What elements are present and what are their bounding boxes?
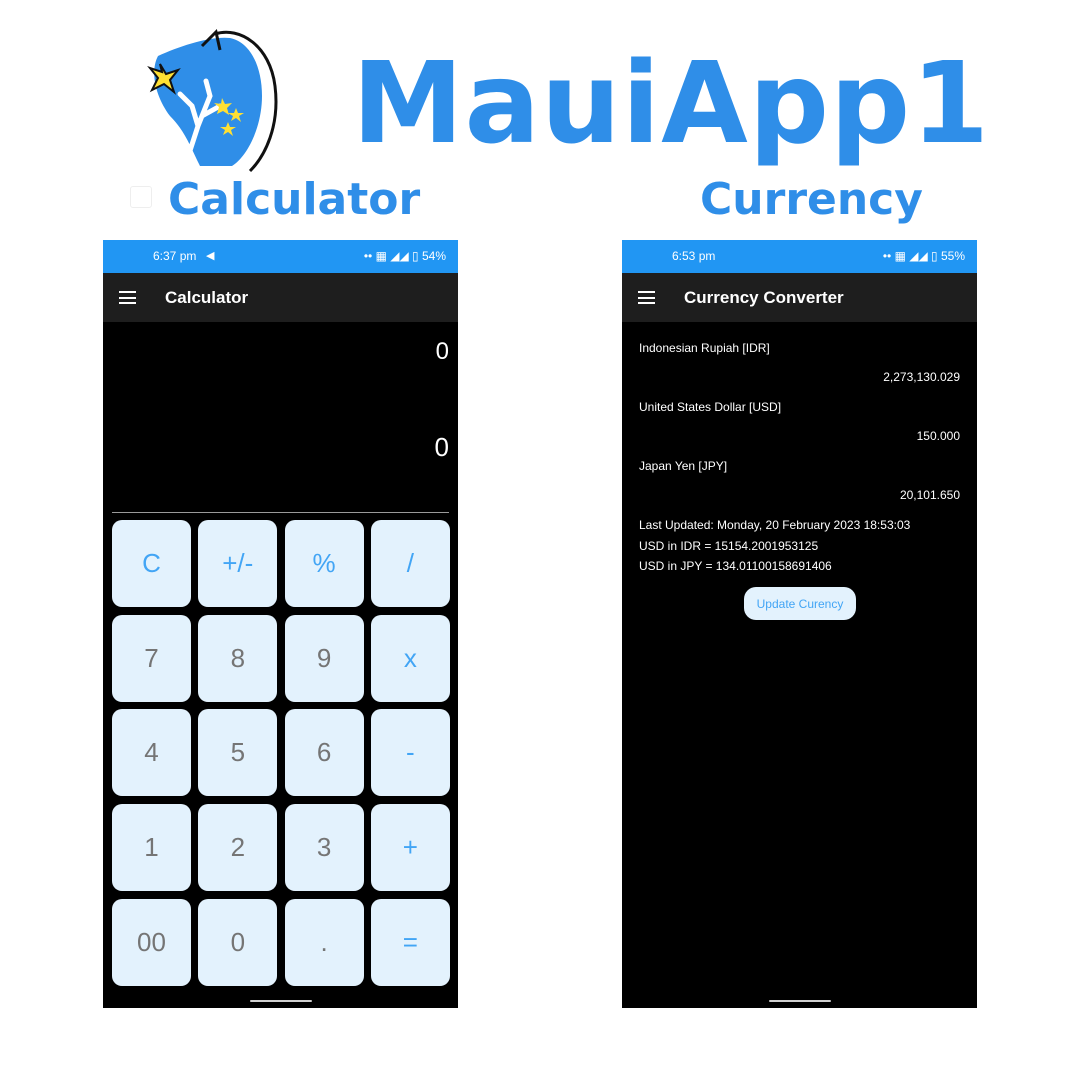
keypad: C +/-%/ 7 8 9 x 4 5 6- 1 2 3 +00 0. = (112, 520, 450, 986)
calc-key-button[interactable]: / (370, 520, 450, 607)
calc-key-button[interactable]: 1 (112, 804, 191, 892)
status-bar: 6:37 pm ◀ •• ▦ ◢◢ ▯ 54% (103, 240, 458, 273)
calculator-section-title: Calculator (168, 174, 421, 225)
app-title: MauiApp1 (352, 39, 991, 169)
calc-key-button[interactable]: . (284, 898, 364, 986)
status-indicators: •• ▦ ◢◢ ▯ 54% (363, 249, 446, 263)
usd-idr-rate: USD in IDR = 15154.2001953125 (639, 539, 819, 553)
calc-key-button[interactable]: x (370, 614, 450, 702)
app-bar: Currency Converter (622, 273, 977, 322)
page-title: Calculator (165, 288, 249, 307)
calc-key-button[interactable]: +/- (198, 520, 278, 607)
currency-section-title: Currency (700, 174, 923, 225)
status-time: 6:37 pm (153, 249, 197, 263)
hamburger-menu-icon[interactable] (119, 291, 136, 304)
idr-value[interactable]: 2,273,130.029 (883, 370, 960, 384)
jpy-value[interactable]: 20,101.650 (900, 488, 960, 502)
calculator-screen: 6:37 pm ◀ •• ▦ ◢◢ ▯ 54% Calculator 0 0 C… (103, 240, 458, 1008)
status-time: 6:53 pm (672, 249, 716, 263)
calc-key-button[interactable]: 9 (284, 614, 364, 702)
page-title: Currency Converter (684, 288, 844, 307)
app-logo (147, 29, 278, 173)
calc-key-button[interactable]: % (284, 520, 364, 607)
calc-key-button[interactable]: 00 (112, 898, 191, 986)
calc-key-button[interactable]: 3 (284, 804, 364, 892)
calc-key-button[interactable]: = (370, 898, 450, 986)
calc-key-button[interactable]: + (370, 804, 450, 892)
calc-key-button[interactable]: 0 (198, 898, 278, 986)
calc-key-button[interactable]: 5 (198, 709, 278, 797)
calc-key-button[interactable]: 6 (284, 709, 364, 797)
home-indicator (768, 1000, 831, 1002)
currency-screen: 6:53 pm •• ▦ ◢◢ ▯ 55% Currency Converter… (622, 240, 977, 1008)
idr-label: Indonesian Rupiah [IDR] (639, 341, 770, 355)
usd-label: United States Dollar [USD] (639, 400, 782, 414)
calc-key-button[interactable]: 8 (198, 614, 278, 702)
calc-key-button[interactable]: 2 (198, 804, 278, 892)
display-divider (112, 512, 449, 513)
app-bar: Calculator (103, 273, 458, 322)
status-indicators: •• ▦ ◢◢ ▯ 55% (882, 249, 965, 263)
usd-jpy-rate: USD in JPY = 134.01100158691406 (639, 559, 832, 573)
calc-key-button[interactable]: 4 (112, 709, 191, 797)
calc-key-button[interactable]: - (370, 709, 450, 797)
status-bar: 6:53 pm •• ▦ ◢◢ ▯ 55% (622, 240, 977, 273)
calc-expression: 0 (435, 338, 449, 365)
update-currency-button[interactable]: Update Curency (744, 587, 856, 620)
jpy-label: Japan Yen [JPY] (639, 459, 728, 473)
telegram-icon: ◀ (206, 250, 215, 262)
home-indicator (249, 1000, 312, 1002)
calc-result: 0 (434, 432, 449, 462)
calc-key-button[interactable]: C (112, 520, 191, 607)
usd-value[interactable]: 150.000 (917, 429, 960, 443)
calc-key-button[interactable]: 7 (112, 614, 191, 702)
hamburger-menu-icon[interactable] (638, 291, 655, 304)
broken-image-icon (130, 186, 152, 208)
last-updated-text: Last Updated: Monday, 20 February 2023 1… (639, 518, 911, 532)
